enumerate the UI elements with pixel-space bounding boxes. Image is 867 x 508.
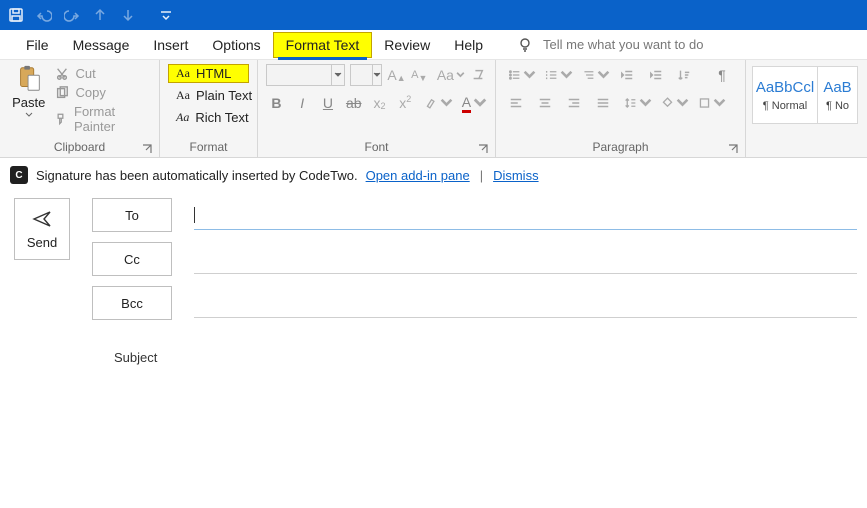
- arrow-down-icon[interactable]: [118, 5, 138, 25]
- indent-button[interactable]: [644, 64, 668, 86]
- multilevel-button[interactable]: [578, 64, 610, 86]
- cc-field[interactable]: [194, 244, 857, 274]
- quick-access-toolbar: [0, 0, 867, 30]
- group-clipboard: Paste Cut Copy Format Painter Clipboard: [0, 60, 160, 157]
- italic-button[interactable]: I: [292, 92, 313, 114]
- group-label-font: Font: [266, 138, 487, 157]
- clear-format-button[interactable]: [470, 64, 487, 86]
- tell-me-search[interactable]: Tell me what you want to do: [517, 37, 703, 53]
- tab-insert[interactable]: Insert: [141, 33, 200, 57]
- subscript-button[interactable]: x2: [369, 92, 390, 114]
- format-plain-button[interactable]: AaPlain Text: [168, 86, 249, 105]
- format-painter-button[interactable]: Format Painter: [55, 104, 151, 134]
- copy-label: Copy: [75, 85, 105, 100]
- paste-icon: [14, 64, 44, 94]
- change-case-button[interactable]: Aa: [433, 64, 465, 86]
- group-label-paragraph: Paragraph: [504, 138, 737, 157]
- dialog-launcher-icon[interactable]: [727, 143, 739, 155]
- group-font: A▲ A▼ Aa B I U ab x2 x2 A Font: [258, 60, 496, 157]
- group-format: AaHTML AaPlain Text AaRich Text Format: [160, 60, 258, 157]
- font-name-input[interactable]: [267, 65, 331, 85]
- tab-help[interactable]: Help: [442, 33, 495, 57]
- borders-button[interactable]: [694, 92, 726, 114]
- font-size-input[interactable]: [351, 65, 372, 85]
- chevron-down-icon[interactable]: [331, 65, 344, 85]
- chevron-down-icon[interactable]: [372, 65, 382, 85]
- format-painter-label: Format Painter: [74, 104, 151, 134]
- ribbon: Paste Cut Copy Format Painter Clipboard …: [0, 60, 867, 158]
- tell-me-placeholder: Tell me what you want to do: [543, 37, 703, 52]
- tab-review[interactable]: Review: [372, 33, 442, 57]
- to-field[interactable]: [194, 200, 857, 230]
- align-left-button[interactable]: [504, 92, 528, 114]
- tab-file[interactable]: File: [14, 33, 61, 57]
- cut-button[interactable]: Cut: [55, 66, 151, 81]
- group-paragraph: ¶ Paragraph: [496, 60, 746, 157]
- paste-button[interactable]: Paste: [8, 64, 49, 134]
- send-button[interactable]: Send: [14, 198, 70, 260]
- outdent-button[interactable]: [615, 64, 639, 86]
- tab-format-text[interactable]: Format Text: [273, 32, 373, 58]
- underline-button[interactable]: U: [318, 92, 339, 114]
- bullets-button[interactable]: [504, 64, 536, 86]
- group-label-format: Format: [168, 138, 249, 157]
- font-name-combo[interactable]: [266, 64, 345, 86]
- show-marks-button[interactable]: ¶: [710, 64, 734, 86]
- format-html-button[interactable]: AaHTML: [168, 64, 249, 83]
- arrow-up-icon[interactable]: [90, 5, 110, 25]
- cc-button[interactable]: Cc: [92, 242, 172, 276]
- group-label-clipboard: Clipboard: [8, 138, 151, 157]
- highlight-button[interactable]: [421, 92, 453, 114]
- align-right-button[interactable]: [562, 92, 586, 114]
- bold-button[interactable]: B: [266, 92, 287, 114]
- style-nospacing[interactable]: AaB ¶ No: [818, 66, 858, 124]
- redo-icon[interactable]: [62, 5, 82, 25]
- strike-button[interactable]: ab: [343, 92, 364, 114]
- notification-bar: C Signature has been automatically inser…: [0, 158, 867, 192]
- align-center-button[interactable]: [533, 92, 557, 114]
- send-label: Send: [27, 235, 57, 250]
- dialog-launcher-icon[interactable]: [141, 143, 153, 155]
- open-addin-link[interactable]: Open add-in pane: [366, 168, 470, 183]
- justify-button[interactable]: [591, 92, 615, 114]
- sort-button[interactable]: [673, 64, 705, 86]
- format-rich-button[interactable]: AaRich Text: [168, 108, 249, 127]
- paste-label: Paste: [12, 95, 45, 110]
- bcc-field[interactable]: [194, 288, 857, 318]
- subject-field[interactable]: [216, 342, 857, 372]
- copy-button[interactable]: Copy: [55, 85, 151, 100]
- grow-font-button[interactable]: A▲: [387, 64, 405, 86]
- shading-button[interactable]: [657, 92, 689, 114]
- customize-toolbar-icon[interactable]: [156, 5, 176, 25]
- font-color-button[interactable]: A: [458, 92, 487, 114]
- line-spacing-button[interactable]: [620, 92, 652, 114]
- style-normal[interactable]: AaBbCcl ¶ Normal: [752, 66, 818, 124]
- subject-label: Subject: [114, 350, 194, 365]
- codetwo-icon: C: [10, 166, 28, 184]
- bcc-button[interactable]: Bcc: [92, 286, 172, 320]
- send-icon: [32, 209, 52, 229]
- cut-label: Cut: [75, 66, 95, 81]
- shrink-font-button[interactable]: A▼: [411, 64, 428, 86]
- tab-message[interactable]: Message: [61, 33, 142, 57]
- save-icon[interactable]: [6, 5, 26, 25]
- chevron-down-icon: [25, 111, 33, 119]
- dismiss-link[interactable]: Dismiss: [493, 168, 539, 183]
- dialog-launcher-icon[interactable]: [477, 143, 489, 155]
- undo-icon[interactable]: [34, 5, 54, 25]
- superscript-button[interactable]: x2: [395, 92, 416, 114]
- font-size-combo[interactable]: [350, 64, 382, 86]
- group-styles: AaBbCcl ¶ Normal AaB ¶ No: [746, 60, 864, 157]
- text-cursor: [194, 207, 195, 223]
- menu-bar: File Message Insert Options Format Text …: [0, 30, 867, 60]
- notification-text: Signature has been automatically inserte…: [36, 168, 358, 183]
- compose-area: Send To Cc Bcc Subject: [0, 192, 867, 372]
- tab-options[interactable]: Options: [200, 33, 272, 57]
- to-button[interactable]: To: [92, 198, 172, 232]
- numbering-button[interactable]: [541, 64, 573, 86]
